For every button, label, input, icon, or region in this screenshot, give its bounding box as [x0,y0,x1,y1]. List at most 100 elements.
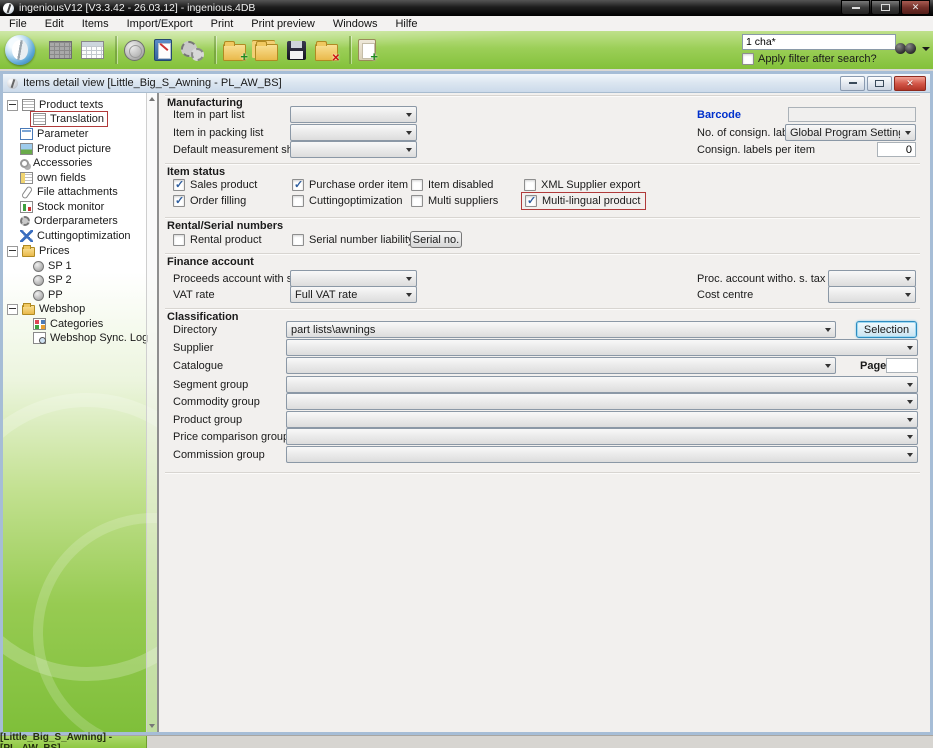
search-binoculars-icon[interactable] [895,40,921,57]
tree-item-product-texts[interactable]: Product texts [7,98,103,112]
checkbox-icon[interactable] [173,234,185,246]
tree-item-parameter[interactable]: Parameter [20,127,88,141]
scroll-down-icon[interactable] [149,724,155,728]
tree-item-label: Accessories [33,157,92,169]
checkbox-icon[interactable] [173,179,185,191]
edit-clipboard-button[interactable] [154,39,172,61]
menu-file[interactable]: File [0,18,36,30]
tree-item-orderparameters[interactable]: Orderparameters [20,214,118,228]
tree-item-cuttingoptimization[interactable]: Cuttingoptimization [20,229,131,243]
tree-item-pp[interactable]: PP [33,288,63,302]
checkbox-icon[interactable] [411,195,423,207]
tree-item-own-fields[interactable]: own fields [20,171,86,185]
serial-no-button[interactable]: Serial no. [410,231,462,248]
menu-print-preview[interactable]: Print preview [242,18,324,30]
tree-item-translation[interactable]: Translation [30,112,108,126]
page-input[interactable] [886,358,918,373]
proc-account-witho-dropdown[interactable] [828,270,916,287]
checkbox-icon[interactable] [524,179,536,191]
list-view-button[interactable] [49,41,72,59]
menu-hilfe[interactable]: Hilfe [386,18,426,30]
supplier-dropdown[interactable] [286,339,918,356]
checkbox-icon[interactable] [292,195,304,207]
checkbox-icon[interactable] [292,234,304,246]
checkbox-xml-supplier-export[interactable]: XML Supplier export [524,179,640,191]
checkbox-multi-suppliers[interactable]: Multi suppliers [411,195,498,207]
add-clipboard-button[interactable] [358,39,376,61]
tree-item-sp1[interactable]: SP 1 [33,259,72,273]
tree-item-accessories[interactable]: Accessories [20,156,92,170]
tree-item-webshop-sync-log[interactable]: Webshop Sync. Log [33,331,148,345]
new-record-button[interactable] [223,44,246,61]
collapse-toggle-icon[interactable] [7,100,18,111]
tree-item-stock-monitor[interactable]: Stock monitor [20,200,104,214]
checkbox-icon[interactable] [292,179,304,191]
directory-dropdown[interactable]: part lists\awnings [286,321,836,338]
cost-centre-dropdown[interactable] [828,286,916,303]
selection-button[interactable]: Selection [856,321,917,338]
checkbox-cuttingoptimization[interactable]: Cuttingoptimization [292,195,403,207]
checkbox-sales-product[interactable]: Sales product [173,179,257,191]
detail-restore-button[interactable] [867,76,892,91]
delete-record-button[interactable] [315,44,338,61]
scroll-up-icon[interactable] [149,97,155,101]
tree-scrollbar[interactable] [146,93,157,732]
checkbox-purchase-order-item[interactable]: Purchase order item [292,179,408,191]
item-in-packing-list-dropdown[interactable] [290,124,417,141]
checkbox-icon[interactable] [411,179,423,191]
chevron-down-icon [900,125,915,140]
menu-edit[interactable]: Edit [36,18,73,30]
section-separator [165,308,920,310]
tree-item-categories[interactable]: Categories [33,317,103,331]
consign-labels-dropdown[interactable]: Global Program Settings [785,124,916,141]
menu-items[interactable]: Items [73,18,118,30]
proceeds-account-dropdown[interactable] [290,270,417,287]
duplicate-record-button[interactable] [255,44,278,61]
vat-rate-dropdown[interactable]: Full VAT rate [290,286,417,303]
catalogue-dropdown[interactable] [286,357,836,374]
checkbox-icon[interactable] [525,195,537,207]
product-group-dropdown[interactable] [286,411,918,428]
minimize-button[interactable] [841,0,870,15]
tree-item-sp2[interactable]: SP 2 [33,273,72,287]
collapse-toggle-icon[interactable] [7,304,18,315]
detail-minimize-button[interactable] [840,76,865,91]
apply-filter-checkbox[interactable] [742,53,754,65]
tree-item-product-picture[interactable]: Product picture [20,142,111,156]
currency-button[interactable] [124,40,145,61]
menu-print[interactable]: Print [202,18,243,30]
checkbox-serial-number-liability[interactable]: Serial number liability [292,234,414,246]
menu-import-export[interactable]: Import/Export [118,18,202,30]
checkbox-item-disabled[interactable]: Item disabled [411,179,493,191]
settings-gears-button[interactable] [181,40,203,60]
tree-item-label: Orderparameters [34,215,118,227]
segment-group-dropdown[interactable] [286,376,918,393]
checkbox-icon[interactable] [173,195,185,207]
barcode-input[interactable] [788,107,916,122]
tree-item-label: PP [48,289,63,301]
tree-item-webshop[interactable]: Webshop [7,302,85,316]
collapse-toggle-icon[interactable] [7,246,18,257]
tree-item-label: Categories [50,318,103,330]
menu-windows[interactable]: Windows [324,18,387,30]
search-input[interactable] [742,34,896,50]
table-view-button[interactable] [81,41,104,59]
checkbox-rental-product[interactable]: Rental product [173,234,262,246]
search-options-chevron-down-icon[interactable] [922,47,930,51]
tree-item-prices[interactable]: Prices [7,244,70,258]
consign-per-item-input[interactable] [877,142,916,157]
tree-item-file-attachments[interactable]: File attachments [20,185,118,199]
default-measurement-sheet-dropdown[interactable] [290,141,417,158]
maximize-button[interactable] [871,0,900,15]
price-comparison-group-dropdown[interactable] [286,428,918,445]
item-in-part-list-dropdown[interactable] [290,106,417,123]
save-button[interactable] [287,41,306,60]
checkbox-multi-lingual-product[interactable]: Multi-lingual product [521,192,646,210]
taskbar-active-tab[interactable]: [Little_Big_S_Awning] - [PL_AW_BS] [0,736,147,748]
detail-close-button[interactable]: ✕ [894,76,926,91]
price-comparison-group-label: Price comparison group [173,431,289,443]
close-button[interactable]: ✕ [901,0,930,15]
commodity-group-dropdown[interactable] [286,393,918,410]
checkbox-order-filling[interactable]: Order filling [173,195,246,207]
commission-group-dropdown[interactable] [286,446,918,463]
